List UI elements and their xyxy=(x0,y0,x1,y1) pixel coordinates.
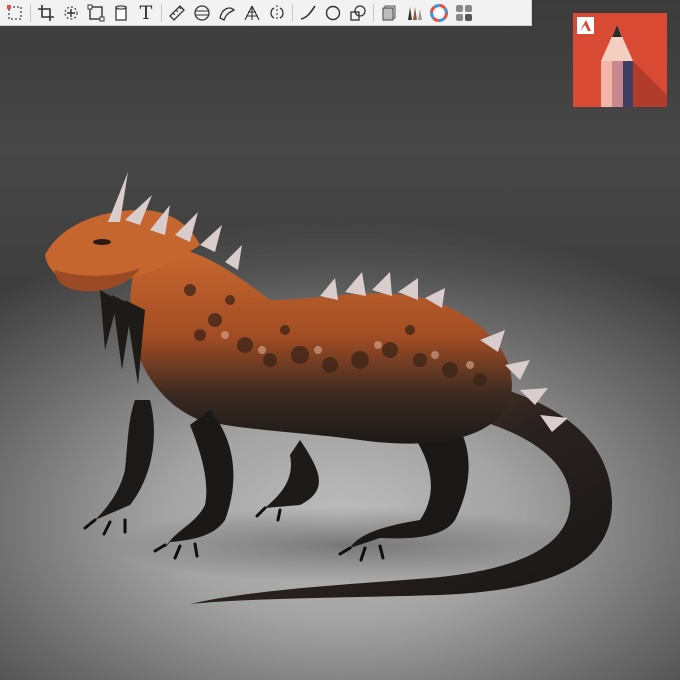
perspective-tool[interactable] xyxy=(241,2,263,24)
layers-tool[interactable] xyxy=(378,2,400,24)
circle-tool[interactable] xyxy=(322,2,344,24)
toolbar-separator xyxy=(30,3,31,22)
color-puck-tool[interactable] xyxy=(453,2,475,24)
distort-tool[interactable] xyxy=(85,2,107,24)
dragon-body xyxy=(130,248,512,444)
toolbar-separator xyxy=(373,3,374,22)
brushes-tool[interactable] xyxy=(403,2,425,24)
brushes-icon xyxy=(408,6,422,20)
symmetry-tool[interactable] xyxy=(266,2,288,24)
dotted-square-icon xyxy=(7,4,22,20)
shape-tool[interactable] xyxy=(347,2,369,24)
circle-icon xyxy=(325,5,341,20)
ruler-tool[interactable] xyxy=(166,2,188,24)
french-curve-tool[interactable] xyxy=(216,2,238,24)
ruler-icon xyxy=(169,4,185,21)
shapes-icon xyxy=(350,4,366,21)
text-tool[interactable]: T xyxy=(135,2,157,24)
dragon-back-leg-far xyxy=(265,440,319,508)
color-wheel-icon xyxy=(430,3,448,22)
color-wheel-tool[interactable] xyxy=(428,2,450,24)
fill-tool[interactable] xyxy=(110,2,132,24)
dragon-front-leg-far xyxy=(95,400,154,520)
text-icon: T xyxy=(139,1,153,24)
autodesk-sketchbook-logo xyxy=(573,13,667,107)
curve-line-icon xyxy=(300,5,316,20)
crop-icon xyxy=(38,4,54,21)
crop-tool[interactable] xyxy=(35,2,57,24)
toolbar: T xyxy=(0,0,532,26)
line-tool[interactable] xyxy=(297,2,319,24)
toolbar-separator xyxy=(161,3,162,22)
ellipse-guide-tool[interactable] xyxy=(191,2,213,24)
move-transform-icon xyxy=(64,5,78,20)
toolbar-separator xyxy=(292,3,293,22)
french-curve-icon xyxy=(219,6,236,21)
distort-square-icon xyxy=(87,4,105,21)
pencil-icon xyxy=(601,25,667,107)
ellipse-guide-icon xyxy=(194,4,210,21)
perspective-grid-icon xyxy=(244,5,260,20)
layers-icon xyxy=(382,5,396,20)
symmetry-icon xyxy=(270,4,284,21)
dragon-eye xyxy=(93,239,111,245)
paint-bucket-icon xyxy=(115,4,127,21)
transform-tool[interactable] xyxy=(60,2,82,24)
selection-tool[interactable] xyxy=(4,2,26,24)
color-grid-icon xyxy=(456,4,472,21)
